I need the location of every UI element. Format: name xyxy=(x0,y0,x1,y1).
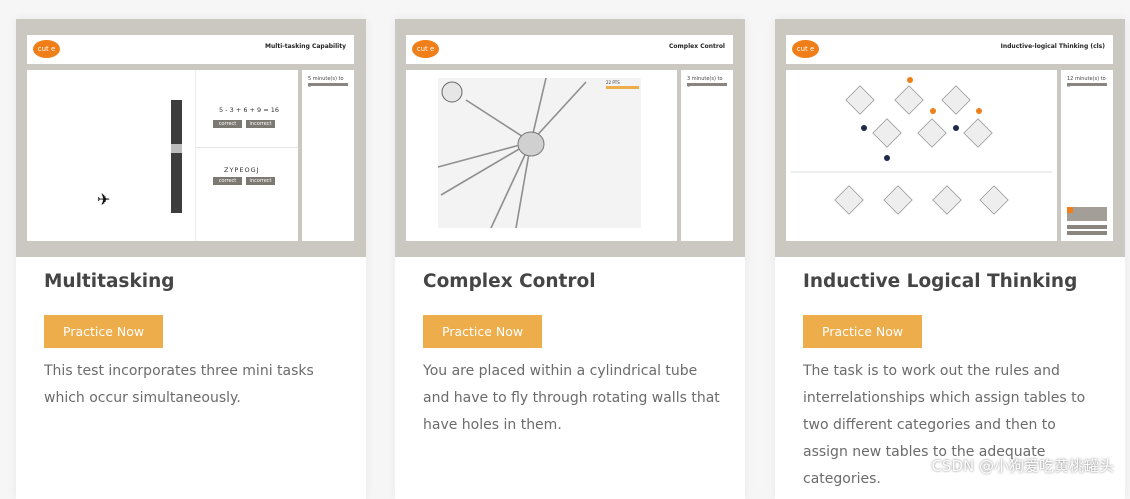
table-diamond xyxy=(963,118,993,148)
table-diamond xyxy=(872,118,902,148)
preview-image-complex-control: cut e Complex Control 22 PTS 3 minute(s)… xyxy=(395,19,745,257)
correct-button-2: correct xyxy=(213,177,242,185)
card-title: Multitasking xyxy=(44,271,175,292)
preview-side-panel: 12 minute(s) to go xyxy=(1061,70,1113,241)
cute-logo: cut e xyxy=(33,40,60,58)
keypad-submit xyxy=(1067,225,1107,229)
timer-text: 5 minute(s) to go xyxy=(308,76,344,88)
incorrect-button-1: incorrect xyxy=(246,120,275,128)
score-text: 22 PTS xyxy=(606,80,620,85)
letters-text: ZYPEOGJ xyxy=(224,166,260,174)
flyer-ball xyxy=(441,81,463,103)
timer-bar xyxy=(1067,83,1107,86)
timer-bar xyxy=(308,83,348,86)
navy-marker xyxy=(861,125,867,131)
table-diamond xyxy=(834,185,864,215)
card-complex-control: cut e Complex Control 22 PTS 3 minute(s)… xyxy=(395,19,745,499)
answer-keypad xyxy=(1067,207,1107,221)
incorrect-button-2: incorrect xyxy=(246,177,275,185)
tunnel-hole xyxy=(517,131,545,157)
orange-marker xyxy=(976,108,982,114)
csdn-watermark: CSDN @小狗爱吃黄桃罐头 xyxy=(931,457,1114,475)
preview-header: cut e Inductive-logical Thinking (cls) xyxy=(786,35,1113,64)
score-bar xyxy=(606,86,639,89)
correct-button-1: correct xyxy=(213,120,242,128)
preview-title: Inductive-logical Thinking (cls) xyxy=(1000,43,1105,50)
practice-now-button[interactable]: Practice Now xyxy=(803,315,923,348)
orange-marker xyxy=(907,77,913,83)
preview-header: cut e Complex Control xyxy=(406,35,733,64)
plane-icon: ✈ xyxy=(97,190,111,209)
divider-line xyxy=(195,70,196,241)
preview-side-panel: 5 minute(s) to go xyxy=(302,70,354,241)
card-description: You are placed within a cylindrical tube… xyxy=(423,363,720,433)
table-diamond xyxy=(979,185,1009,215)
card-title: Inductive Logical Thinking xyxy=(803,271,1078,292)
equation-text: 5 - 3 + 6 + 9 = 16 xyxy=(219,106,280,114)
preview-main-panel: ✈ 5 - 3 + 6 + 9 = 16 correct incorrect Z… xyxy=(27,70,298,241)
table-diamond xyxy=(845,85,875,115)
table-diamond xyxy=(917,118,947,148)
timer-bar xyxy=(687,83,727,86)
table-diamond xyxy=(894,85,924,115)
navy-marker xyxy=(953,125,959,131)
timer-text: 12 minute(s) to go xyxy=(1067,76,1106,88)
preview-side-panel: 3 minute(s) to go xyxy=(681,70,733,241)
keypad-next xyxy=(1067,231,1107,235)
preview-title: Complex Control xyxy=(669,43,725,50)
preview-image-multitasking: cut e Multi-tasking Capability ✈ 5 - 3 +… xyxy=(16,19,366,257)
preview-header: cut e Multi-tasking Capability xyxy=(27,35,354,64)
keypad-selected-key xyxy=(1067,207,1073,213)
divider-line-horizontal xyxy=(196,147,298,148)
tunnel-scene: 22 PTS xyxy=(437,77,641,229)
card-title: Complex Control xyxy=(423,271,596,292)
navy-marker xyxy=(884,155,890,161)
table-diamond xyxy=(932,185,962,215)
card-inductive-logical-thinking: cut e Inductive-logical Thinking (cls) 1… xyxy=(775,19,1125,499)
track-marker xyxy=(171,144,182,153)
practice-now-button[interactable]: Practice Now xyxy=(423,315,543,348)
table-diamond xyxy=(941,85,971,115)
preview-main-panel: 22 PTS xyxy=(406,70,677,241)
cute-logo: cut e xyxy=(412,40,439,58)
orange-marker xyxy=(930,108,936,114)
preview-main-panel xyxy=(786,70,1057,241)
practice-now-button[interactable]: Practice Now xyxy=(44,315,164,348)
vertical-track xyxy=(171,100,182,213)
card-description: This test incorporates three mini tasks … xyxy=(44,363,314,406)
table-diamond xyxy=(883,185,913,215)
cute-logo: cut e xyxy=(792,40,819,58)
tables-scene xyxy=(791,77,1052,215)
preview-image-inductive-logical: cut e Inductive-logical Thinking (cls) 1… xyxy=(775,19,1125,257)
preview-title: Multi-tasking Capability xyxy=(265,43,346,50)
card-multitasking: cut e Multi-tasking Capability ✈ 5 - 3 +… xyxy=(16,19,366,499)
timer-text: 3 minute(s) to go xyxy=(687,76,723,88)
